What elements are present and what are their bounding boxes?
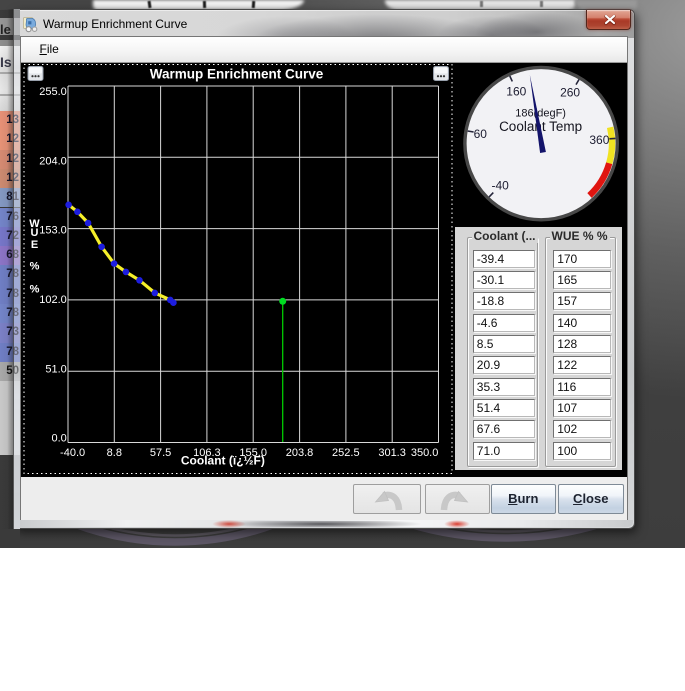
svg-text:Warmup Enrichment Curve: Warmup Enrichment Curve bbox=[149, 66, 323, 81]
svg-text:U: U bbox=[30, 227, 38, 239]
svg-text:0.0: 0.0 bbox=[51, 432, 66, 444]
svg-text:204.0: 204.0 bbox=[39, 155, 67, 167]
svg-text:186(degF): 186(degF) bbox=[515, 107, 566, 119]
svg-text:102.0: 102.0 bbox=[39, 294, 67, 306]
svg-text:260: 260 bbox=[560, 85, 580, 99]
svg-text:153.0: 153.0 bbox=[39, 224, 67, 236]
svg-text:350.0: 350.0 bbox=[410, 447, 438, 459]
svg-text:51.0: 51.0 bbox=[45, 363, 66, 375]
svg-text:60: 60 bbox=[473, 127, 487, 141]
svg-text:8.8: 8.8 bbox=[106, 447, 121, 459]
svg-text:57.5: 57.5 bbox=[149, 447, 170, 459]
svg-text:%: % bbox=[29, 283, 39, 295]
svg-text:301.3: 301.3 bbox=[378, 447, 406, 459]
svg-text:360: 360 bbox=[589, 132, 609, 146]
svg-text:E: E bbox=[30, 238, 37, 250]
svg-text:Coolant (ï¿½F): Coolant (ï¿½F) bbox=[180, 453, 264, 467]
svg-text:-40: -40 bbox=[491, 178, 509, 192]
svg-text:160: 160 bbox=[506, 84, 526, 98]
svg-text:203.8: 203.8 bbox=[285, 447, 313, 459]
svg-text:-40.0: -40.0 bbox=[60, 447, 85, 459]
svg-text:%: % bbox=[29, 260, 39, 272]
svg-text:255.0: 255.0 bbox=[39, 86, 67, 98]
svg-text:252.5: 252.5 bbox=[332, 447, 360, 459]
